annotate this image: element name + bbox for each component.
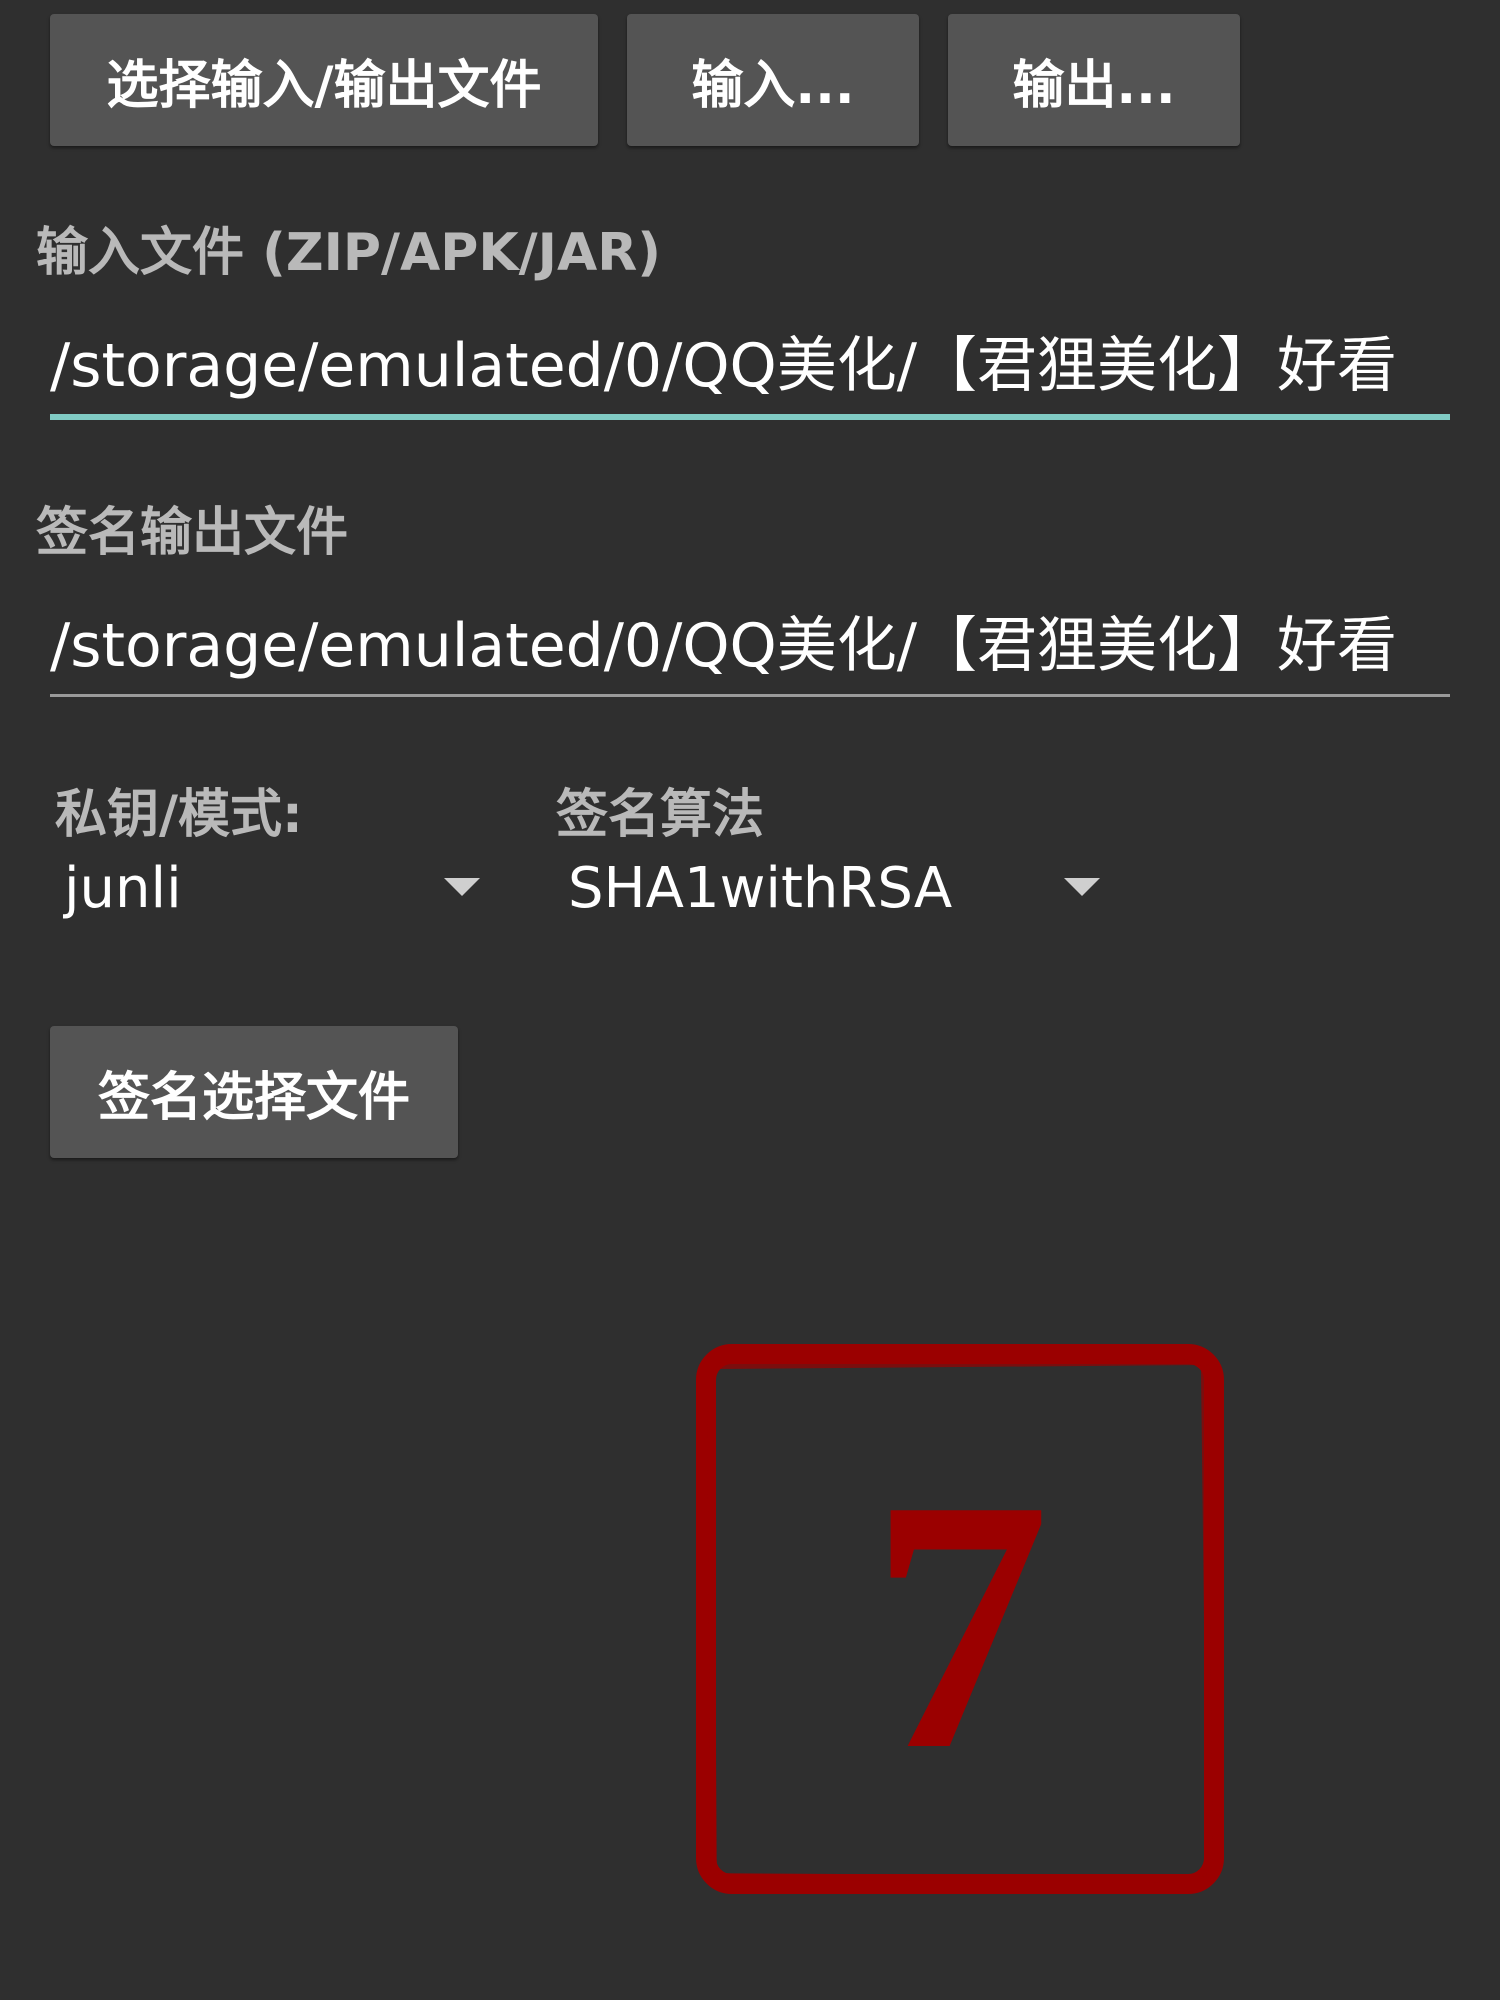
select-io-files-button[interactable]: 选择输入/输出文件 [50,14,598,146]
input-file-label: 输入文件 (ZIP/APK/JAR) [36,223,662,283]
dropdown-arrow-icon [444,878,480,896]
dropdown-arrow-icon [1064,878,1100,896]
output-file-field[interactable]: /storage/emulated/0/QQ美化/【君狸美化】好看 [50,606,1450,686]
output-button[interactable]: 输出... [948,14,1240,146]
sign-selected-file-button[interactable]: 签名选择文件 [50,1026,458,1158]
key-mode-dropdown[interactable]: junli [64,848,480,928]
output-file-underline [50,694,1450,697]
key-mode-label: 私钥/模式: [55,785,303,845]
sign-algorithm-value: SHA1withRSA [568,855,953,921]
input-button[interactable]: 输入... [627,14,919,146]
stamp-seal: 7 [696,1344,1224,1894]
stamp-number: 7 [870,1425,1050,1824]
input-file-underline [50,414,1450,420]
output-file-label: 签名输出文件 [36,503,349,563]
sign-algorithm-label: 签名算法 [556,785,765,845]
sign-algorithm-dropdown[interactable]: SHA1withRSA [568,848,1100,928]
input-file-field[interactable]: /storage/emulated/0/QQ美化/【君狸美化】好看 [50,326,1450,406]
key-mode-value: junli [64,855,182,921]
